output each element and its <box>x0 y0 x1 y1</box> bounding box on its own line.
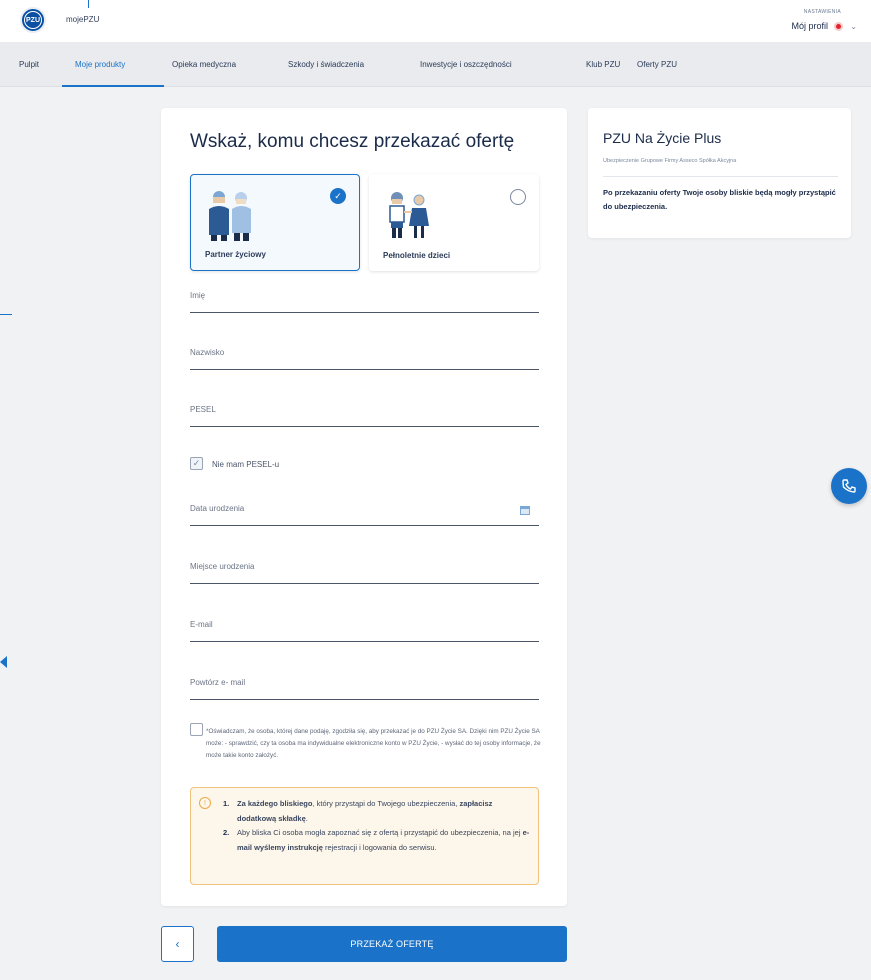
radio-button[interactable] <box>510 189 526 205</box>
nav-item-klub-pzu[interactable]: Klub PZU <box>586 60 620 69</box>
profile-menu[interactable]: Mój profil <box>791 21 828 31</box>
nav-active-indicator <box>62 85 164 87</box>
chevron-left-icon: ‹ <box>175 937 180 951</box>
first-name-field[interactable]: Imię <box>190 283 539 313</box>
pesel-field[interactable]: PESEL <box>190 397 539 427</box>
first-name-label: Imię <box>190 291 206 300</box>
email-repeat-field[interactable]: Powtórz e- mail <box>190 670 539 700</box>
nav-item-moje-produkty[interactable]: Moje produkty <box>75 60 125 69</box>
main-nav: Pulpit Moje produkty Opieka medyczna Szk… <box>0 42 871 87</box>
nav-item-oferty-pzu[interactable]: Oferty PZU <box>637 60 677 69</box>
info-notice: ! 1. Za każdego bliskiego, który przystą… <box>190 787 539 885</box>
last-name-label: Nazwisko <box>190 348 225 357</box>
divider <box>603 176 838 177</box>
no-pesel-label: Nie mam PESEL-u <box>212 460 280 469</box>
back-button[interactable]: ‹ <box>161 926 194 962</box>
list-number: 2. <box>223 828 230 837</box>
nav-item-pulpit[interactable]: Pulpit <box>19 60 39 69</box>
page-title: Wskaż, komu chcesz przekazać ofertę <box>190 131 515 152</box>
info-item-1: 1. Za każdego bliskiego, który przystąpi… <box>223 797 533 826</box>
email-repeat-label: Powtórz e- mail <box>190 678 246 687</box>
submit-offer-button[interactable]: PRZEKAŻ OFERTĘ <box>217 926 567 962</box>
calendar-icon[interactable] <box>520 506 530 515</box>
children-icon <box>389 192 429 238</box>
option-partner[interactable]: ✓ Partner życiowy <box>190 174 360 271</box>
product-card: PZU Na Życie Plus Ubezpieczenie Grupowe … <box>588 108 851 238</box>
brand-name: mojePZU <box>66 15 100 24</box>
nav-item-inwestycje[interactable]: Inwestycje i oszczędności <box>420 60 512 69</box>
profile-caption: NASTAWIENIA <box>803 9 841 15</box>
check-icon: ✓ <box>330 188 346 204</box>
left-arrow-marker <box>0 656 7 668</box>
left-edge-marker <box>0 314 12 315</box>
chevron-down-icon[interactable]: ⌄ <box>850 22 857 31</box>
nav-item-opieka-medyczna[interactable]: Opieka medyczna <box>172 60 236 69</box>
option-label: Pełnoletnie dzieci <box>383 251 451 260</box>
option-label: Partner życiowy <box>205 250 266 259</box>
info-text-1: Za każdego bliskiego, który przystąpi do… <box>237 799 493 823</box>
couple-icon <box>209 191 251 241</box>
consent-text: *Oświadczam, że osoba, której dane podaj… <box>206 728 541 759</box>
pzu-logo[interactable]: PZU <box>20 7 46 33</box>
birth-date-field[interactable]: Data urodzenia <box>190 496 539 526</box>
pesel-label: PESEL <box>190 405 216 414</box>
product-description: Po przekazaniu oferty Twoje osoby bliski… <box>603 188 836 211</box>
email-field[interactable]: E-mail <box>190 612 539 642</box>
logo-text: PZU <box>24 11 42 29</box>
phone-contact-button[interactable] <box>831 468 867 504</box>
birth-place-field[interactable]: Miejsce urodzenia <box>190 554 539 584</box>
no-pesel-checkbox[interactable]: ✓ <box>190 457 203 470</box>
info-text-2: Aby bliska Ci osoba mogła zapoznać się z… <box>237 828 530 852</box>
email-label: E-mail <box>190 620 213 629</box>
list-number: 1. <box>223 799 230 808</box>
option-children[interactable]: Pełnoletnie dzieci <box>369 174 539 271</box>
product-title: PZU Na Życie Plus <box>603 130 722 146</box>
info-list: 1. Za każdego bliskiego, który przystąpi… <box>223 797 533 855</box>
info-icon: ! <box>199 797 211 809</box>
phone-icon <box>842 479 856 493</box>
last-name-field[interactable]: Nazwisko <box>190 340 539 370</box>
consent-checkbox[interactable] <box>190 723 203 736</box>
product-subtitle: Ubezpieczenie Grupowe Firmy Asseco Spółk… <box>603 158 737 164</box>
top-tick <box>88 0 89 8</box>
top-bar: PZU mojePZU NASTAWIENIA Mój profil ⌄ <box>0 0 871 42</box>
birth-date-label: Data urodzenia <box>190 504 245 513</box>
notification-badge <box>834 22 843 31</box>
info-item-2: 2. Aby bliska Ci osoba mogła zapoznać si… <box>223 826 533 855</box>
birth-place-label: Miejsce urodzenia <box>190 562 255 571</box>
nav-item-szkody[interactable]: Szkody i świadczenia <box>288 60 364 69</box>
